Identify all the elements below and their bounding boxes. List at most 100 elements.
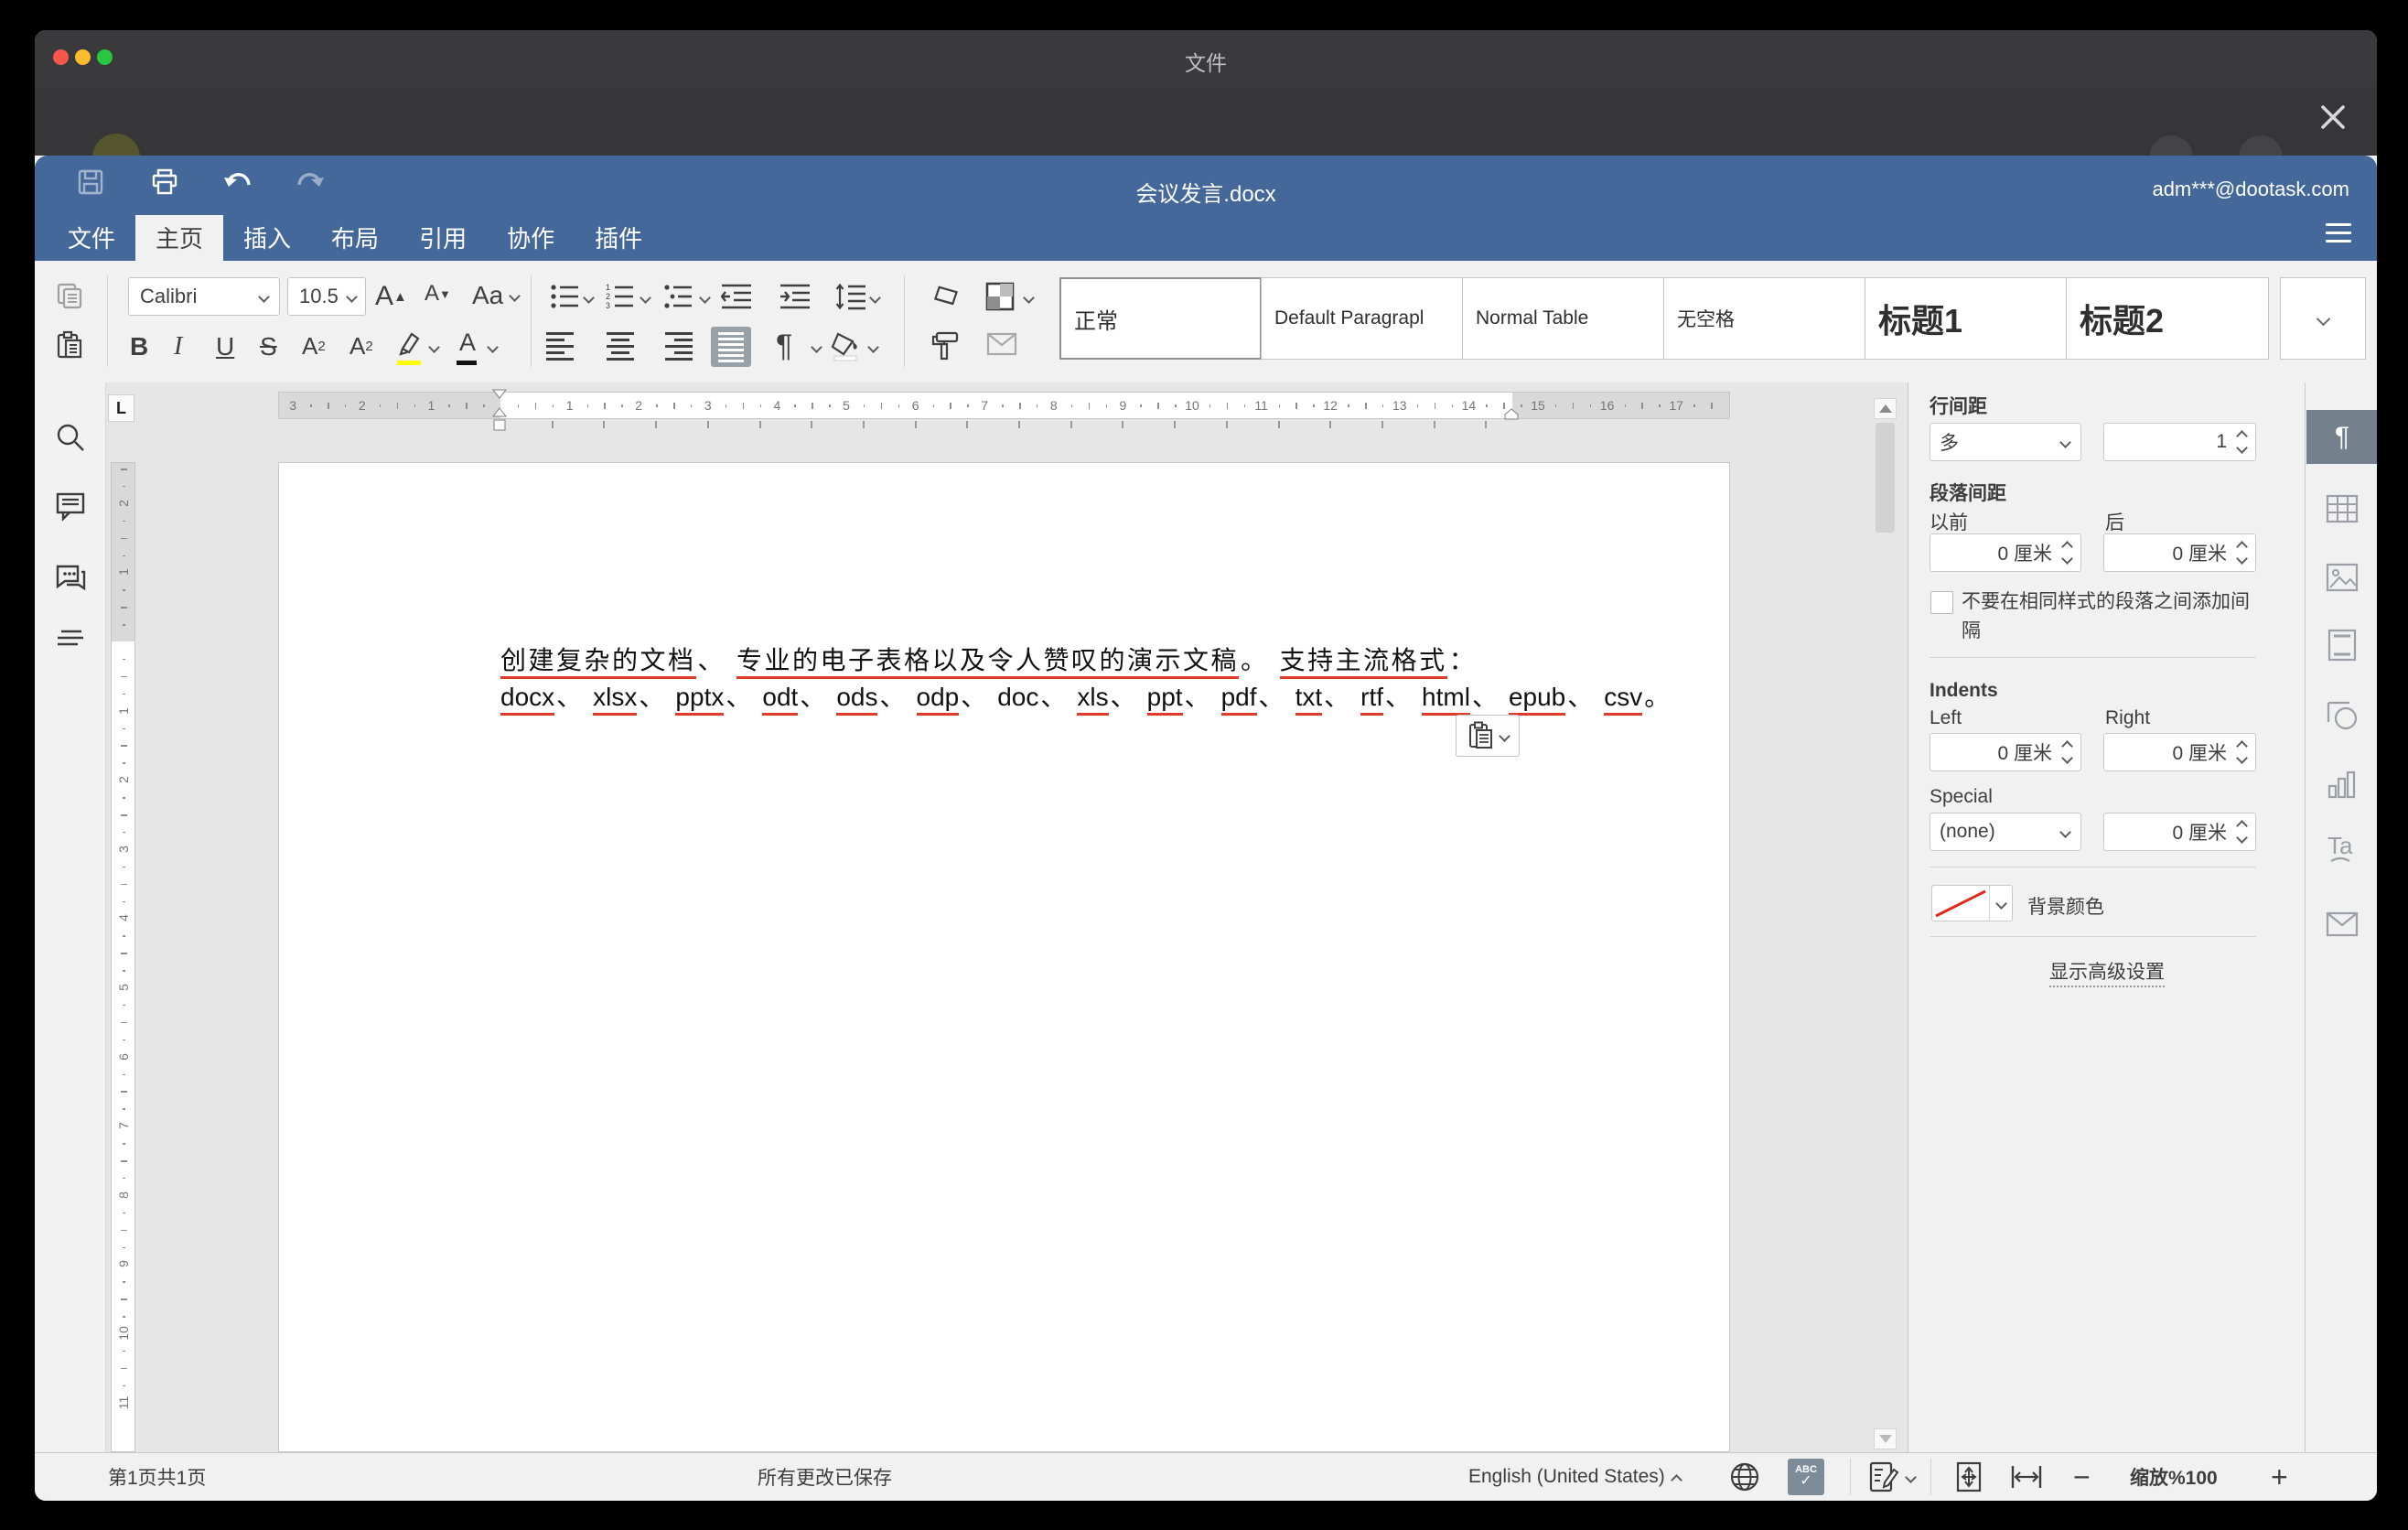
document-page[interactable]: 创建复杂的文档、专业的电子表格以及令人赞叹的演示文稿。支持主流格式： docx、… [278, 462, 1730, 1452]
spin-up-icon[interactable] [2061, 740, 2073, 752]
advanced-settings-link[interactable]: 显示高级设置 [1908, 957, 2306, 985]
paragraph-marks-arrow[interactable] [812, 343, 821, 351]
paragraph-shading-button[interactable] [831, 330, 862, 361]
page-indicator[interactable]: 第1页共1页 [108, 1453, 206, 1501]
indent-markers[interactable] [489, 388, 510, 436]
spin-up-icon[interactable] [2236, 820, 2248, 832]
line-spacing-arrow[interactable] [871, 294, 879, 302]
fit-page-button[interactable] [1954, 1453, 1983, 1501]
numbered-list-arrow[interactable] [641, 294, 650, 302]
tab-file[interactable]: 文件 [48, 215, 135, 261]
language-selector[interactable]: English (United States) [1468, 1453, 1681, 1501]
strikethrough-button[interactable]: S [260, 332, 277, 361]
spell-check-toggle[interactable]: ABC✓ [1788, 1453, 1824, 1501]
spin-up-icon[interactable] [2061, 541, 2073, 553]
numbered-list-button[interactable]: 123 [605, 283, 634, 310]
mail-merge-button[interactable] [986, 332, 1017, 356]
multilevel-list-arrow[interactable] [701, 294, 709, 302]
no-space-between-checkbox[interactable] [1930, 591, 1953, 614]
chat-icon[interactable] [54, 562, 87, 595]
spin-down-icon[interactable] [2236, 752, 2248, 764]
highlight-color-arrow[interactable] [430, 343, 438, 351]
paste-options-button[interactable] [1456, 715, 1520, 757]
vertical-ruler[interactable]: 211234567891011 [111, 462, 135, 1452]
right-indent-marker[interactable] [1503, 408, 1520, 421]
set-document-language-button[interactable] [1729, 1453, 1760, 1501]
background-color-picker[interactable] [1931, 885, 2013, 921]
header-footer-settings-tab[interactable] [2324, 627, 2360, 663]
paste-button[interactable] [55, 330, 84, 360]
menu-icon[interactable] [2326, 218, 2351, 248]
change-case-button[interactable]: Aa [472, 281, 519, 310]
tab-plugins[interactable]: 插件 [575, 215, 662, 261]
highlight-color-button[interactable] [395, 327, 425, 365]
comments-icon[interactable] [54, 490, 87, 523]
align-center-button[interactable] [607, 332, 634, 361]
style-gallery-expand-button[interactable] [2280, 277, 2366, 360]
special-value-spinner[interactable]: 0 厘米 [2103, 813, 2256, 851]
align-left-button[interactable] [546, 332, 574, 361]
spacing-after-spinner[interactable]: 0 厘米 [2103, 533, 2256, 572]
decrease-font-button[interactable]: A▼ [425, 281, 451, 307]
increase-indent-button[interactable] [779, 283, 811, 310]
style-no-spacing[interactable]: 无空格 [1663, 277, 1865, 360]
spin-down-icon[interactable] [2061, 553, 2073, 565]
italic-button[interactable]: I [174, 332, 182, 361]
font-size-select[interactable]: 10.5 [287, 277, 366, 316]
zoom-out-button[interactable]: − [2073, 1453, 2091, 1501]
tab-stop-selector[interactable]: L [108, 394, 134, 422]
spin-up-icon[interactable] [2236, 430, 2248, 442]
style-normal[interactable]: 正常 [1059, 277, 1262, 360]
tab-home[interactable]: 主页 [135, 215, 223, 261]
spacing-before-spinner[interactable]: 0 厘米 [1930, 533, 2081, 572]
borders-arrow[interactable] [1025, 294, 1033, 302]
mail-merge-settings-tab[interactable] [2324, 906, 2360, 943]
font-name-select[interactable]: Calibri [128, 277, 280, 316]
subscript-button[interactable]: A2 [349, 332, 373, 361]
decrease-indent-button[interactable] [721, 283, 752, 310]
font-color-arrow[interactable] [489, 343, 497, 351]
close-icon[interactable] [2318, 102, 2348, 132]
chart-settings-tab[interactable] [2324, 767, 2360, 803]
special-select[interactable]: (none) [1930, 813, 2081, 851]
spin-down-icon[interactable] [2236, 553, 2248, 565]
justify-button-active[interactable] [711, 327, 751, 367]
bullet-list-button[interactable] [550, 283, 579, 310]
tab-references[interactable]: 引用 [399, 215, 487, 261]
style-normal-table[interactable]: Normal Table [1462, 277, 1664, 360]
track-changes-button[interactable] [1868, 1453, 1915, 1501]
tab-layout[interactable]: 布局 [311, 215, 399, 261]
zoom-in-button[interactable]: + [2271, 1453, 2288, 1501]
style-default-paragraph[interactable]: Default Paragrapl [1261, 277, 1463, 360]
bullet-list-arrow[interactable] [585, 294, 593, 302]
clear-style-button[interactable] [930, 283, 961, 310]
spin-up-icon[interactable] [2236, 541, 2248, 553]
bold-button[interactable]: B [130, 332, 148, 361]
tab-collaboration[interactable]: 协作 [487, 215, 575, 261]
multilevel-list-button[interactable] [663, 283, 693, 310]
spin-down-icon[interactable] [2236, 442, 2248, 454]
spin-down-icon[interactable] [2061, 752, 2073, 764]
show-paragraph-marks-button[interactable]: ¶ [776, 329, 792, 364]
tab-insert[interactable]: 插入 [223, 215, 311, 261]
shading-arrow[interactable] [869, 343, 877, 351]
headings-icon[interactable] [54, 624, 87, 657]
copy-style-button[interactable] [930, 330, 961, 361]
increase-font-button[interactable]: A▲ [375, 281, 407, 312]
borders-button[interactable] [984, 281, 1016, 312]
superscript-button[interactable]: A2 [302, 332, 326, 361]
table-settings-tab[interactable] [2324, 490, 2360, 527]
scroll-up-button[interactable] [1874, 398, 1897, 419]
spin-down-icon[interactable] [2236, 832, 2248, 844]
fit-width-button[interactable] [2009, 1453, 2044, 1501]
search-icon[interactable] [54, 421, 87, 454]
paragraph-settings-tab-active[interactable]: ¶ [2306, 410, 2377, 464]
image-settings-tab[interactable] [2324, 559, 2360, 596]
style-heading1[interactable]: 标题1 [1865, 277, 2067, 360]
spin-up-icon[interactable] [2236, 740, 2248, 752]
line-spacing-mode-select[interactable]: 多 [1930, 423, 2081, 461]
style-heading2[interactable]: 标题2 [2066, 277, 2269, 360]
indent-left-spinner[interactable]: 0 厘米 [1930, 733, 2081, 771]
shape-settings-tab[interactable] [2324, 697, 2360, 734]
line-spacing-button[interactable] [835, 283, 866, 310]
